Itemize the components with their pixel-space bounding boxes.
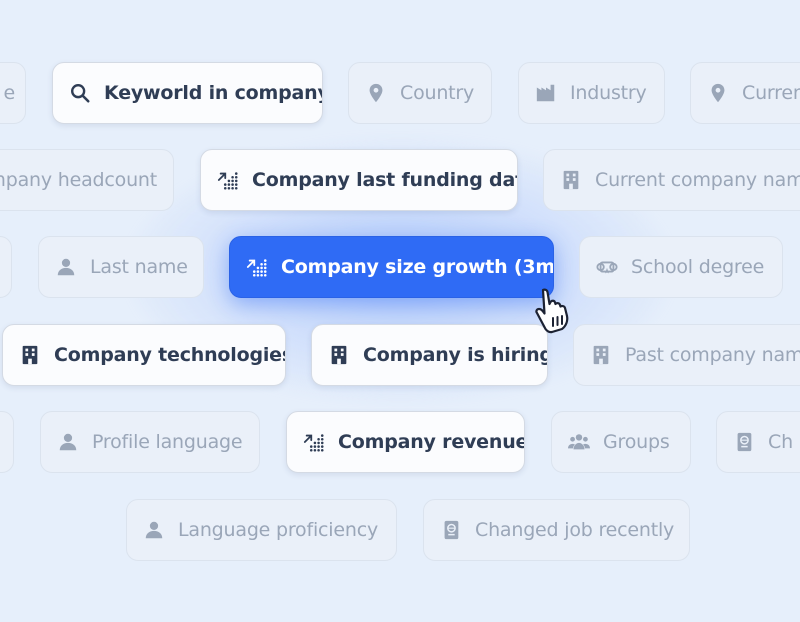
filter-chip-company-is-hiring[interactable]: Company is hiring <box>311 324 548 386</box>
filter-chip-language-proficiency[interactable]: Language proficiency <box>126 499 397 561</box>
filter-chip-changed-partial[interactable]: Ch <box>716 411 800 473</box>
chip-label: Keyworld in company <box>104 82 323 104</box>
filter-chip-school-degree[interactable]: School degree <box>579 236 783 298</box>
group-icon <box>568 431 590 453</box>
filter-chip-groups[interactable]: Groups <box>551 411 691 473</box>
chip-label: Current company nam <box>595 169 800 191</box>
filter-chip-last-funding-date[interactable]: Company last funding date <box>200 149 518 211</box>
chip-label: mpany headcount <box>0 169 157 191</box>
filter-chip-company-size-growth[interactable]: Company size growth (3m.) <box>229 236 554 298</box>
chip-label: School degree <box>631 256 765 278</box>
chip-label: Industry <box>570 82 647 104</box>
filter-chip-company-technologies[interactable]: Company technologies <box>2 324 286 386</box>
chip-label: Past company nam <box>625 344 800 366</box>
filter-chip-partial-left-2[interactable] <box>0 411 14 473</box>
location-pin-icon <box>707 82 729 104</box>
chip-label: Last name <box>90 256 188 278</box>
filter-chip-changed-job-recently[interactable]: Changed job recently <box>423 499 690 561</box>
filter-chip-keyword[interactable]: Keyworld in company <box>52 62 323 124</box>
chip-label: e <box>3 82 16 104</box>
building-icon <box>560 169 582 191</box>
chip-label: Company size growth (3m.) <box>281 256 554 278</box>
hand-pointer-icon <box>534 286 578 334</box>
search-icon <box>69 82 91 104</box>
location-pin-icon <box>365 82 387 104</box>
growth-chart-icon <box>217 169 239 191</box>
building-icon <box>328 344 350 366</box>
chip-label: Ch <box>768 431 793 453</box>
passport-icon <box>733 431 755 453</box>
filter-chip-country[interactable]: Country <box>348 62 492 124</box>
person-icon <box>55 256 77 278</box>
growth-chart-icon <box>303 431 325 453</box>
building-icon <box>19 344 41 366</box>
growth-chart-icon <box>246 256 268 278</box>
filter-chip-current-location[interactable]: Curren <box>690 62 800 124</box>
diploma-icon <box>596 256 618 278</box>
chip-label: Profile language <box>92 431 243 453</box>
chip-label: Company revenue <box>338 431 525 453</box>
chip-label: Country <box>400 82 475 104</box>
filter-chip-partial-left[interactable] <box>0 236 12 298</box>
filter-chip-company-revenue[interactable]: Company revenue <box>286 411 525 473</box>
chip-label: Company technologies <box>54 344 286 366</box>
filter-chip-last-name[interactable]: Last name <box>38 236 204 298</box>
filter-chip-past-company[interactable]: Past company nam <box>573 324 800 386</box>
chip-label: Curren <box>742 82 800 104</box>
filter-chip-current-company[interactable]: Current company nam <box>543 149 800 211</box>
factory-icon <box>535 82 557 104</box>
person-icon <box>57 431 79 453</box>
chip-label: Groups <box>603 431 670 453</box>
chip-label: Language proficiency <box>178 519 378 541</box>
chip-label: Changed job recently <box>475 519 675 541</box>
building-icon <box>590 344 612 366</box>
filter-chip-company-headcount[interactable]: mpany headcount <box>0 149 174 211</box>
passport-icon <box>440 519 462 541</box>
filter-chip-industry[interactable]: Industry <box>518 62 665 124</box>
filter-chip-profile-language[interactable]: Profile language <box>40 411 260 473</box>
chip-label: Company is hiring <box>363 344 548 366</box>
chip-label: Company last funding date <box>252 169 518 191</box>
person-icon <box>143 519 165 541</box>
filter-chip-partial[interactable]: e <box>0 62 26 124</box>
